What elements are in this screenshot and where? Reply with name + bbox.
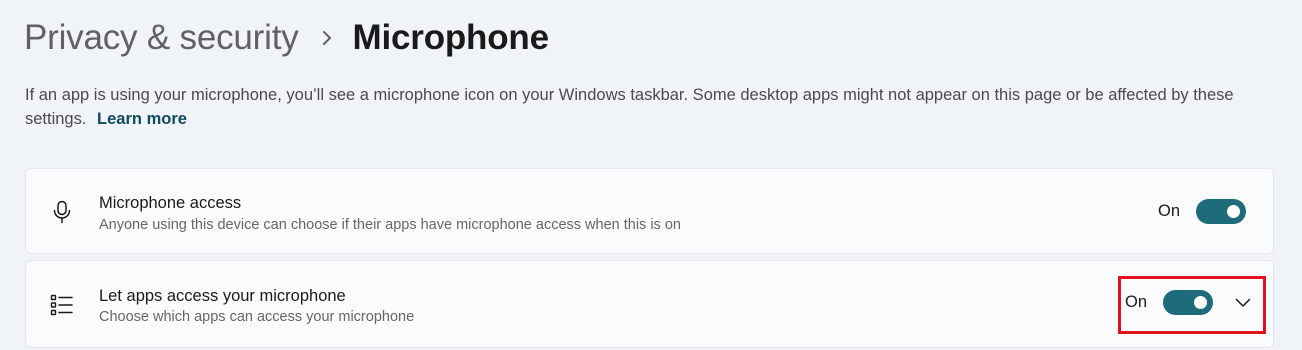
breadcrumb: Privacy & security Microphone xyxy=(24,14,549,62)
microphone-access-subtitle: Anyone using this device can choose if t… xyxy=(99,217,681,233)
microphone-access-toggle[interactable] xyxy=(1196,199,1246,224)
microphone-access-card: Microphone access Anyone using this devi… xyxy=(25,168,1274,254)
chevron-right-icon xyxy=(321,30,333,46)
let-apps-access-title: Let apps access your microphone xyxy=(99,287,346,305)
let-apps-access-toggle[interactable] xyxy=(1163,290,1213,315)
toggle-knob xyxy=(1227,205,1240,218)
description-text: If an app is using your microphone, you’… xyxy=(25,86,1234,128)
microphone-icon xyxy=(50,200,74,224)
toggle-knob xyxy=(1194,296,1207,309)
breadcrumb-parent-link[interactable]: Privacy & security xyxy=(24,18,299,58)
microphone-access-state-label: On xyxy=(1157,202,1180,220)
let-apps-access-toggle-group: On xyxy=(1125,290,1253,315)
let-apps-access-subtitle: Choose which apps can access your microp… xyxy=(99,309,415,325)
microphone-access-toggle-group: On xyxy=(1158,199,1246,224)
learn-more-link[interactable]: Learn more xyxy=(97,110,187,128)
let-apps-access-state-label: On xyxy=(1124,293,1147,311)
app-list-icon xyxy=(50,293,74,317)
chevron-down-icon[interactable] xyxy=(1233,293,1253,313)
microphone-access-title: Microphone access xyxy=(99,194,242,212)
let-apps-access-card[interactable]: Let apps access your microphone Choose w… xyxy=(25,260,1274,348)
page-description: If an app is using your microphone, you’… xyxy=(25,83,1275,131)
page-title: Microphone xyxy=(352,18,550,57)
